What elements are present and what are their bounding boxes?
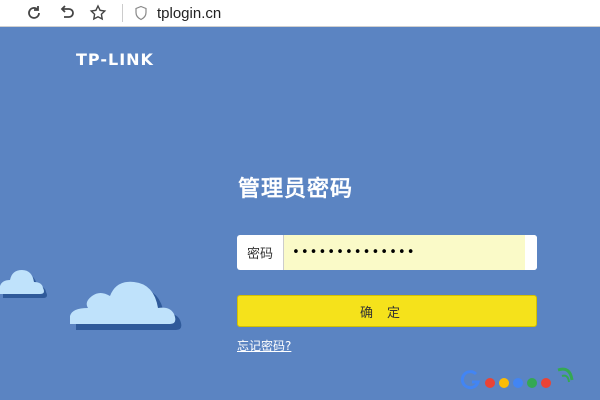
back-icon[interactable]: [54, 1, 78, 25]
reload-icon[interactable]: [22, 1, 46, 25]
address-bar[interactable]: tplogin.cn: [122, 2, 221, 24]
page-title: 管理员密码: [238, 177, 354, 202]
address-text[interactable]: tplogin.cn: [157, 5, 221, 22]
watermark-logo: [460, 367, 574, 390]
cloud-large-decoration: [70, 281, 182, 330]
password-field-edge: [525, 235, 537, 270]
password-label: 密码: [237, 235, 284, 270]
confirm-button[interactable]: 确定: [237, 295, 537, 327]
tp-link-logo: TP-LINK: [76, 50, 154, 69]
browser-toolbar: tplogin.cn: [0, 0, 600, 27]
password-row: 密码: [237, 235, 537, 270]
address-separator: [122, 4, 123, 22]
cloud-small-decoration: [0, 270, 47, 298]
star-icon[interactable]: [86, 1, 110, 25]
forgot-password-link[interactable]: 忘记密码?: [237, 337, 291, 354]
password-input[interactable]: [284, 235, 525, 270]
shield-icon[interactable]: [133, 5, 149, 21]
